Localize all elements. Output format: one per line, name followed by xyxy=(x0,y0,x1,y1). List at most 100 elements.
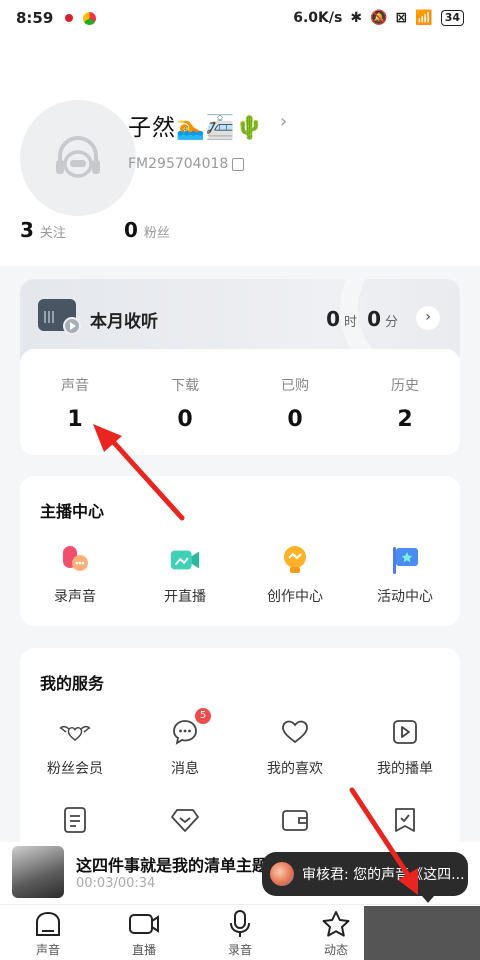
review-toast[interactable]: 审核君: 您的声音《这四... xyxy=(262,852,468,896)
anchor-item-label: 开直播 xyxy=(164,589,206,605)
sim-off-icon: ⊠ xyxy=(395,10,408,26)
fm-id: FM295704018 xyxy=(128,156,245,172)
listening-minutes-unit: 分 xyxy=(384,315,398,330)
headphone-avatar-icon xyxy=(56,136,100,178)
count-label: 声音 xyxy=(61,378,89,394)
track-title: 这四件事就是我的清单主题 xyxy=(76,856,266,875)
bluetooth-icon: ✱ xyxy=(350,10,363,26)
stat-following[interactable]: 3 关注 xyxy=(20,218,66,242)
status-time: 8:59 xyxy=(16,9,54,27)
count-label: 已购 xyxy=(281,378,309,394)
anchor-item-activity[interactable]: 活动中心 xyxy=(350,544,460,606)
mute-bell-icon: 🔕 xyxy=(370,10,388,26)
stat-fans[interactable]: 0 粉丝 xyxy=(124,218,170,242)
copy-icon[interactable] xyxy=(232,157,245,171)
anchor-item-label: 创作中心 xyxy=(267,589,323,605)
toast-text: 审核君: 您的声音《这四... xyxy=(302,867,465,883)
anchor-item-record[interactable]: 录声音 xyxy=(20,544,130,606)
battery-icon: 34 xyxy=(440,10,464,26)
anchor-center-title: 主播中心 xyxy=(40,502,105,521)
service-row2-item[interactable] xyxy=(240,804,350,836)
anchor-item-label: 活动中心 xyxy=(377,589,433,605)
record-voice-icon xyxy=(59,544,91,576)
service-likes[interactable]: 我的喜欢 xyxy=(240,716,350,778)
heart-icon xyxy=(279,716,311,748)
count-label: 历史 xyxy=(391,378,419,394)
tab-record[interactable]: 录音 xyxy=(192,905,288,960)
star-icon xyxy=(322,911,350,937)
service-messages[interactable]: 5 消息 xyxy=(130,708,240,778)
service-row2-item[interactable] xyxy=(350,804,460,836)
status-bar: 8:59 6.0K/s ✱ 🔕 ⊠ 📶 34 xyxy=(0,0,480,36)
services-grid-row2 xyxy=(20,804,460,836)
anchor-center-grid: 录声音 开直播 创作中心 活动中心 xyxy=(20,544,460,606)
diamond-icon xyxy=(169,804,201,836)
content-counts: 声音 1 下载 0 已购 0 历史 2 xyxy=(20,349,460,455)
service-row2-item[interactable] xyxy=(20,804,130,836)
stat-fans-label: 粉丝 xyxy=(143,226,170,241)
tab-mine-obscured[interactable] xyxy=(364,906,480,960)
listening-hours-unit: 时 xyxy=(344,315,358,330)
network-speed: 6.0K/s xyxy=(293,10,343,26)
service-label: 我的播单 xyxy=(377,761,433,777)
service-row2-item[interactable] xyxy=(130,804,240,836)
count-sounds[interactable]: 声音 1 xyxy=(20,349,130,455)
tab-live[interactable]: 直播 xyxy=(96,905,192,960)
track-cover[interactable] xyxy=(12,846,64,898)
avatar[interactable] xyxy=(20,100,136,216)
count-value: 1 xyxy=(67,407,83,432)
follow-stats: 3 关注 0 粉丝 xyxy=(20,218,170,242)
live-camera-icon xyxy=(169,544,201,576)
stat-fans-value: 0 xyxy=(123,218,138,242)
anchor-center-card: 主播中心 录声音 开直播 创作中心 活动中心 xyxy=(20,476,460,626)
listening-duration: 0 时 0 分 xyxy=(326,307,404,331)
message-count-badge: 5 xyxy=(195,708,211,724)
service-fan-member[interactable]: 粉丝会员 xyxy=(20,716,130,778)
count-value: 2 xyxy=(397,407,413,432)
notification-dot-icon xyxy=(65,14,74,22)
listening-chevron-right-icon[interactable]: › xyxy=(416,306,440,330)
username[interactable]: 子然🏊🚈🌵 xyxy=(128,108,265,142)
count-value: 0 xyxy=(287,407,303,432)
count-purchased[interactable]: 已购 0 xyxy=(240,349,350,455)
services-grid-row1: 粉丝会员 5 消息 我的喜欢 我的播单 xyxy=(20,708,460,778)
count-history[interactable]: 历史 2 xyxy=(350,349,460,455)
tab-label: 声音 xyxy=(35,943,60,957)
play-badge-icon xyxy=(63,317,81,335)
service-label: 消息 xyxy=(171,761,199,777)
playlist-icon xyxy=(389,716,421,748)
wings-heart-icon xyxy=(59,716,91,748)
anchor-item-creation[interactable]: 创作中心 xyxy=(240,544,350,606)
count-label: 下载 xyxy=(171,378,199,394)
count-value: 0 xyxy=(177,407,193,432)
reviewer-avatar xyxy=(270,862,294,886)
stat-following-value: 3 xyxy=(20,218,34,242)
listening-hours: 0 xyxy=(326,307,341,331)
bookmark-check-icon xyxy=(389,804,421,836)
fm-id-text: FM295704018 xyxy=(128,156,229,172)
profile-chevron-right-icon[interactable]: › xyxy=(280,111,287,132)
anchor-item-live[interactable]: 开直播 xyxy=(130,544,240,606)
tab-label: 动态 xyxy=(323,943,348,957)
track-time: 00:03/00:34 xyxy=(76,876,156,891)
wifi-icon: 📶 xyxy=(415,10,433,26)
stat-following-label: 关注 xyxy=(39,226,66,241)
activity-flag-icon xyxy=(389,544,421,576)
bulb-icon xyxy=(279,544,311,576)
tab-label: 直播 xyxy=(131,943,156,957)
home-icon xyxy=(36,911,60,936)
listening-minutes: 0 xyxy=(367,307,381,331)
tab-label: 录音 xyxy=(227,943,252,957)
toast-pointer xyxy=(422,896,434,903)
tab-sounds[interactable]: 声音 xyxy=(0,905,96,960)
service-playlists[interactable]: 我的播单 xyxy=(350,716,460,778)
mic-icon xyxy=(230,910,250,937)
listening-title: 本月收听 xyxy=(90,312,158,332)
wallet-icon xyxy=(279,804,311,836)
anchor-item-label: 录声音 xyxy=(54,589,96,605)
video-icon xyxy=(129,914,159,934)
chrome-icon xyxy=(83,11,97,25)
count-downloads[interactable]: 下载 0 xyxy=(130,349,240,455)
service-label: 粉丝会员 xyxy=(47,761,103,777)
status-indicators: 6.0K/s ✱ 🔕 ⊠ 📶 34 xyxy=(293,10,464,26)
